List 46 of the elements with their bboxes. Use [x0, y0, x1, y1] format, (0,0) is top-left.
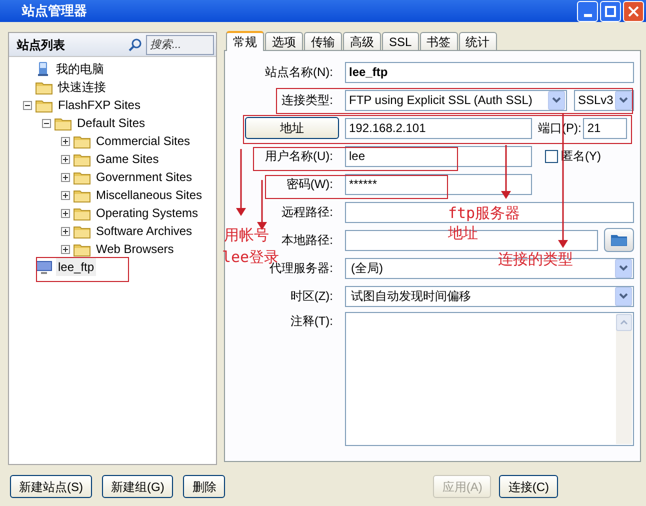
tree-item[interactable]: 快速连接 — [56, 78, 108, 96]
tree-item[interactable]: Miscellaneous Sites — [94, 186, 204, 204]
tab[interactable]: 书签 — [420, 32, 458, 50]
tree-item[interactable]: Operating Systems — [94, 204, 200, 222]
tab[interactable]: 高级 — [343, 32, 381, 50]
field-label: 远程路径: — [282, 204, 333, 221]
tree-item[interactable]: Software Archives — [94, 222, 194, 240]
tree-item[interactable]: Default Sites — [75, 114, 148, 132]
annotation-text: ftp服务器 — [448, 206, 520, 221]
tab[interactable]: 常规 — [226, 31, 264, 51]
dialog-button[interactable]: 删除 — [183, 475, 226, 498]
tree-item[interactable]: Government Sites — [94, 168, 194, 186]
select-field[interactable]: FTP using Explicit SSL (Auth SSL) — [345, 90, 567, 110]
field-label: 时区(Z): — [290, 288, 333, 305]
field-label: 连接类型: — [282, 92, 333, 109]
select-field[interactable]: 试图自动发现时间偏移 — [345, 286, 634, 306]
field-label: 用户名称(U): — [265, 148, 333, 165]
tree-item[interactable]: FlashFXP Sites — [56, 96, 142, 114]
tree-item[interactable]: Game Sites — [94, 150, 161, 168]
text-field[interactable]: lee — [345, 146, 532, 166]
field-label: 代理服务器: — [270, 261, 333, 277]
field-label: 注释(T): — [290, 313, 333, 330]
tab[interactable]: 选项 — [265, 32, 303, 50]
tree-item[interactable]: 我的电脑 — [54, 60, 106, 78]
panel-title: 站点列表 — [17, 36, 65, 54]
dialog-button[interactable]: 连接(C) — [499, 475, 558, 498]
address-button[interactable]: 地址 — [245, 117, 339, 139]
field-label: 站点名称(N): — [265, 64, 333, 81]
tab[interactable]: 传输 — [304, 32, 342, 50]
tree-item[interactable]: Commercial Sites — [94, 132, 192, 150]
field-label: 密码(W): — [286, 176, 333, 193]
tab[interactable]: SSL — [382, 32, 419, 50]
text-field[interactable]: 21 — [583, 118, 628, 138]
field-label: 本地路径: — [282, 232, 333, 249]
tab[interactable]: 统计 — [458, 32, 497, 50]
select-field[interactable]: SSLv3 — [574, 90, 634, 110]
dialog-button[interactable]: 新建站点(S) — [10, 475, 92, 498]
tree-item[interactable]: lee_ftp — [56, 258, 96, 276]
password-field[interactable]: ****** — [345, 174, 532, 194]
text-field[interactable]: 192.168.2.101 — [345, 118, 532, 138]
search-field[interactable]: 搜索... — [146, 34, 214, 54]
window-title: 站点管理器 — [22, 2, 87, 20]
tree-item[interactable]: Web Browsers — [94, 240, 176, 258]
text-field[interactable]: lee_ftp — [345, 62, 634, 82]
dialog-button[interactable]: 新建组(G) — [102, 475, 174, 498]
annotation-text: 用帐号 — [224, 228, 269, 243]
